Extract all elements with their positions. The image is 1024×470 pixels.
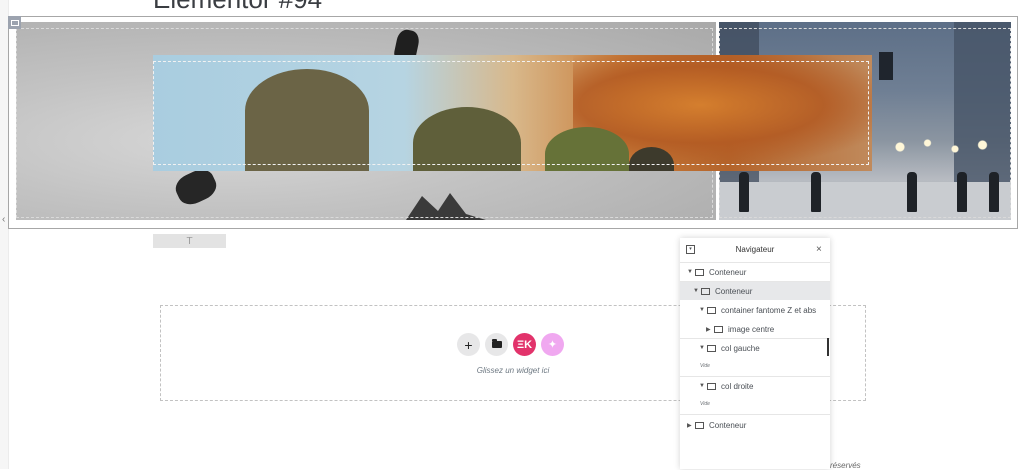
plus-icon: +	[464, 336, 473, 353]
container-icon	[10, 19, 19, 26]
sparkle-icon: ✦	[547, 339, 558, 351]
caret-down-icon[interactable]: ▼	[699, 383, 707, 389]
navigator-header[interactable]: ▾ Navigateur ×	[680, 238, 830, 263]
heading-icon: T	[186, 235, 193, 247]
divider	[680, 414, 830, 415]
caret-down-icon[interactable]: ▼	[693, 288, 701, 294]
container-icon	[695, 268, 704, 276]
navigator-item-label: Conteneur	[709, 420, 747, 430]
ai-generate-button[interactable]: ✦	[541, 333, 564, 356]
navigator-item-label: col gauche	[721, 343, 760, 353]
empty-indicator: Vide	[700, 363, 710, 369]
navigator-item-conteneur-selected[interactable]: ▼ Conteneur	[680, 282, 830, 300]
close-icon[interactable]: ×	[816, 244, 822, 255]
navigator-item-label: Conteneur	[715, 286, 753, 296]
navigator-title: Navigateur	[735, 245, 775, 254]
navigator-item-col-gauche[interactable]: ▼ col gauche	[680, 339, 830, 357]
caret-down-icon[interactable]: ▼	[699, 307, 707, 313]
navigator-item-label: Conteneur	[709, 267, 747, 277]
drop-area-actions: + ΞK ✦	[457, 333, 564, 356]
container-icon	[714, 325, 723, 333]
navigator-item-conteneur[interactable]: ▼ Conteneur	[680, 263, 830, 281]
add-template-button[interactable]	[485, 333, 508, 356]
image-outline	[153, 61, 869, 165]
navigator-item-label: col droite	[721, 381, 754, 391]
chevron-left-icon[interactable]: ‹	[2, 214, 5, 225]
empty-indicator: Vide	[700, 401, 710, 407]
container-icon	[707, 382, 716, 390]
add-element-button[interactable]: +	[457, 333, 480, 356]
drag-indicator	[827, 338, 829, 356]
container-icon	[707, 306, 716, 314]
container-icon	[701, 287, 710, 295]
navigator-item-image-centre[interactable]: ▶ image centre	[680, 320, 830, 338]
elementskit-icon: ΞK	[516, 338, 533, 351]
caret-right-icon[interactable]: ▶	[706, 326, 714, 333]
page-title: Elementor #94	[153, 0, 322, 15]
heading-widget-placeholder[interactable]: T	[153, 234, 226, 248]
navigator-item-label: image centre	[728, 324, 775, 334]
navigator-item-container-fantome[interactable]: ▼ container fantome Z et abs	[680, 301, 830, 319]
image-centre[interactable]	[153, 55, 872, 171]
caret-right-icon[interactable]: ▶	[687, 422, 695, 429]
caret-down-icon[interactable]: ▼	[699, 345, 707, 351]
navigator-panel: ▾ Navigateur × ▼ Conteneur ▼ Conteneur ▼…	[680, 238, 830, 469]
container-icon	[707, 344, 716, 352]
navigator-item-col-droite[interactable]: ▼ col droite	[680, 377, 830, 395]
container-icon	[695, 421, 704, 429]
elementskit-button[interactable]: ΞK	[513, 333, 536, 356]
navigator-item-conteneur-2[interactable]: ▶ Conteneur	[680, 416, 830, 434]
folder-icon	[491, 339, 502, 348]
container-handle[interactable]	[8, 16, 21, 29]
caret-down-icon[interactable]: ▼	[687, 269, 695, 275]
navigator-item-label: container fantome Z et abs	[721, 305, 817, 315]
